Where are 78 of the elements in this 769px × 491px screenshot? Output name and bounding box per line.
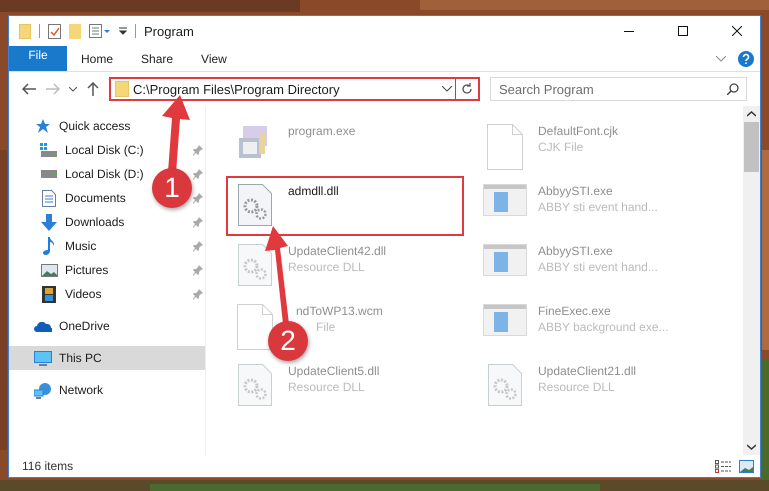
pin-icon[interactable] — [193, 216, 203, 228]
sidebar-item[interactable]: Network — [59, 383, 104, 397]
properties-icon[interactable] — [48, 24, 61, 38]
address-bar[interactable]: C:\Program Files\Program Directory — [109, 77, 480, 101]
film-icon — [42, 286, 56, 302]
pin-icon[interactable] — [193, 264, 203, 276]
large-icons-view-icon[interactable] — [739, 460, 754, 472]
scrollbar[interactable] — [743, 106, 760, 455]
ribbon-tab[interactable]: File — [9, 46, 67, 71]
file-type: ABBY sti event hand... — [538, 259, 658, 274]
item-count: 116 items — [22, 459, 74, 473]
sidebar-item[interactable]: OneDrive — [59, 319, 110, 333]
sidebar-item[interactable]: Local Disk (D:) — [65, 167, 144, 181]
view-options-icon[interactable] — [89, 24, 111, 38]
file-name[interactable]: admdll.dll — [288, 182, 339, 198]
sidebar-item[interactable]: Pictures — [65, 263, 108, 277]
close-icon — [732, 26, 742, 36]
pin-icon[interactable] — [193, 144, 203, 156]
sidebar-item[interactable]: Music — [65, 239, 96, 253]
sidebar-item[interactable]: Videos — [65, 287, 102, 301]
maximize-icon — [678, 26, 688, 36]
sidebar-item[interactable]: This PC — [59, 351, 102, 365]
monitor-icon — [34, 350, 52, 366]
drive-icon — [40, 170, 58, 178]
sidebar-item[interactable]: Quick access — [59, 119, 130, 133]
sidebar-item[interactable]: Downloads — [65, 215, 124, 229]
scroll-thumb[interactable] — [744, 122, 759, 172]
application-window-icon — [483, 244, 527, 276]
file-type: CJK File — [538, 139, 584, 154]
scroll-up-icon[interactable] — [747, 111, 756, 117]
refresh-icon[interactable] — [461, 83, 473, 95]
pin-icon[interactable] — [193, 288, 203, 300]
gear-file-icon — [488, 364, 522, 406]
folder-icon — [115, 81, 129, 97]
forward-arrow-icon — [46, 83, 60, 95]
file-type: ABBY background exe... — [538, 319, 669, 334]
ribbon-tab[interactable]: Home — [67, 46, 128, 71]
sidebar-item[interactable]: Local Disk (C:) — [65, 143, 144, 157]
ribbon-tab[interactable]: Share — [127, 46, 188, 71]
music-note-icon — [43, 237, 55, 255]
pin-icon[interactable] — [193, 168, 203, 180]
application-window-icon — [483, 304, 527, 336]
file-type: ABBY sti event hand... — [538, 199, 658, 214]
ribbon-tab[interactable]: View — [187, 46, 241, 71]
sidebar-item[interactable]: Documents — [65, 191, 126, 205]
file-type: File — [316, 319, 336, 334]
drive-icon — [40, 143, 58, 157]
pin-icon[interactable] — [193, 240, 203, 252]
cloud-icon — [34, 320, 52, 332]
gear-file-icon — [238, 244, 272, 286]
gear-file-icon — [238, 184, 272, 226]
file-type: Resource DLL — [288, 379, 366, 394]
dropdown-icon[interactable] — [119, 27, 127, 35]
back-arrow-icon — [22, 83, 36, 95]
star-icon — [35, 118, 51, 134]
expand-ribbon-icon[interactable] — [716, 56, 726, 62]
dropdown-icon[interactable] — [439, 86, 455, 92]
details-view-icon[interactable] — [715, 460, 731, 472]
picture-icon — [40, 264, 58, 276]
search-field[interactable]: Search Program — [490, 77, 747, 101]
window-title: Program — [144, 24, 195, 38]
address-path: C:\Program Files\Program Directory — [132, 82, 341, 96]
file-type: Resource DLL — [288, 259, 366, 274]
network-icon — [34, 382, 52, 398]
application-window-icon — [483, 184, 527, 216]
minimize-icon — [624, 30, 634, 32]
gear-file-icon — [238, 364, 272, 406]
download-arrow-icon — [41, 214, 57, 230]
pin-icon[interactable] — [193, 192, 203, 204]
blank-file-icon — [487, 124, 523, 170]
blank-file-icon — [237, 304, 273, 350]
help-icon[interactable] — [738, 50, 754, 66]
document-icon — [42, 190, 56, 206]
scroll-down-icon[interactable] — [747, 444, 756, 450]
caret-icon — [69, 86, 77, 92]
file-type: Resource DLL — [538, 379, 616, 394]
up-arrow-icon — [87, 82, 99, 96]
search-icon[interactable] — [727, 83, 739, 95]
